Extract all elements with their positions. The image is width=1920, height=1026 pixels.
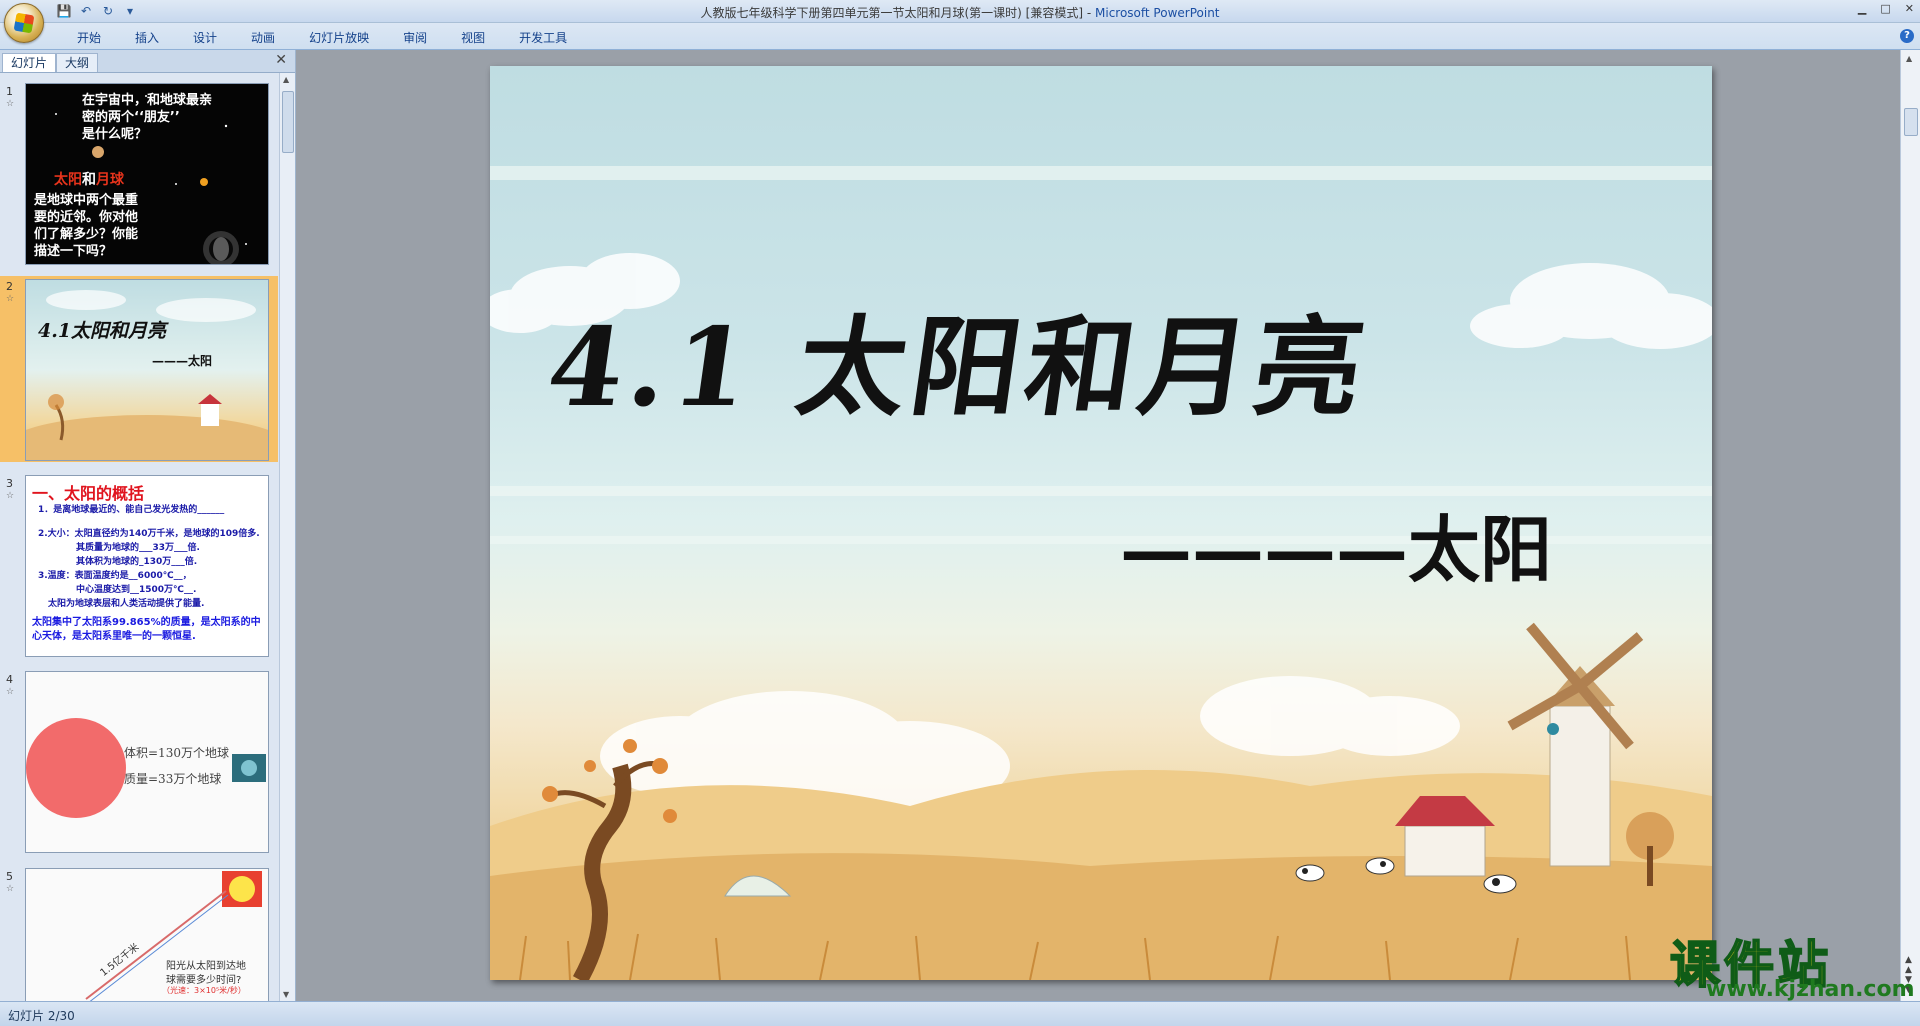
slide-thumbnail-3[interactable]: 3 ☆ 一、太阳的概括 1．是离地球最近的、能自己发光发热的______ 2.大… bbox=[0, 475, 278, 657]
thumb-text: 和 bbox=[82, 172, 96, 188]
status-bar: 幻灯片 2/30 bbox=[0, 1001, 1920, 1026]
thumbnail-scrollbar[interactable]: ▲ ▼ bbox=[279, 73, 295, 1001]
thumb-text-line: 密的两个‘‘朋友’’ bbox=[82, 110, 180, 125]
editor-scrollbar[interactable]: ▲ ▲ ▲ ▼ ▼ bbox=[1900, 50, 1920, 1001]
thumb-title: 4.1太阳和月亮 bbox=[38, 320, 167, 342]
ribbon-tabs: 开始 插入 设计 动画 幻灯片放映 审阅 视图 开发工具 bbox=[60, 29, 584, 46]
app-name: Microsoft PowerPoint bbox=[1095, 6, 1220, 20]
thumb-scene bbox=[26, 290, 268, 460]
close-window-icon[interactable]: ✕ bbox=[1905, 2, 1914, 15]
tab-view[interactable]: 视图 bbox=[444, 29, 502, 46]
tab-design[interactable]: 设计 bbox=[176, 29, 234, 46]
thumb-text-line: 球需要多少时间? bbox=[166, 975, 242, 986]
minimize-icon[interactable]: ▁ bbox=[1858, 2, 1866, 15]
tab-review[interactable]: 审阅 bbox=[386, 29, 444, 46]
thumb-text-line: 是地球中两个最重 bbox=[34, 193, 139, 208]
scroll-thumb[interactable] bbox=[1904, 108, 1918, 136]
thumb-text-line: 中心温度达到__1500万℃__. bbox=[76, 585, 197, 595]
tab-outline[interactable]: 大纲 bbox=[56, 53, 99, 72]
thumb-text-line: 体积=130万个地球 bbox=[124, 746, 229, 760]
thumb-text-line: 太阳为地球表层和人类活动提供了能量. bbox=[48, 599, 205, 609]
ribbon: 开始 插入 设计 动画 幻灯片放映 审阅 视图 开发工具 ? bbox=[0, 23, 1920, 50]
slide-number: 3 bbox=[6, 477, 13, 490]
window-controls: ▁ □ ✕ bbox=[1858, 2, 1914, 15]
thumb-text-line: 描述一下吗？ bbox=[34, 244, 113, 259]
watermark-url: www.kjzhan.com bbox=[1706, 977, 1915, 1002]
thumb-text-line: 在宇宙中，和地球最亲 bbox=[82, 93, 213, 108]
thumb-text-line: 3.温度：表面温度约是__6000℃__， bbox=[38, 571, 192, 581]
thumb-text-line: 要的近邻。你对他 bbox=[34, 210, 139, 225]
thumb-text-line: 其体积为地球的_130万___倍. bbox=[76, 557, 198, 567]
thumb-subtitle: ———太阳 bbox=[152, 354, 213, 368]
scroll-up-icon[interactable]: ▲ bbox=[1906, 54, 1912, 63]
thumbnail-preview: 在宇宙中，和地球最亲 密的两个‘‘朋友’’ 是什么呢？ 太阳和月球 是地球中两个… bbox=[25, 83, 269, 265]
slide-subtitle[interactable]: ————太阳 bbox=[1120, 491, 1552, 596]
animation-star-icon: ☆ bbox=[6, 99, 15, 109]
tab-home[interactable]: 开始 bbox=[60, 29, 118, 46]
slides-pane: 幻灯片 大纲 ✕ 1 ☆ 在宇宙中，和地球最亲 密的两个‘‘朋友’’ 是什么呢？ bbox=[0, 50, 296, 1001]
slide-number: 4 bbox=[6, 673, 13, 686]
thumb-text-line: 1．是离地球最近的、能自己发光发热的______ bbox=[38, 505, 225, 515]
slide-thumbnail-2[interactable]: 2 ☆ 4.1太阳和月亮 ———太阳 bbox=[0, 276, 278, 462]
thumb-text-line: 阳光从太阳到达地 bbox=[166, 961, 246, 972]
document-title: 人教版七年级科学下册第四单元第一节太阳和月球(第一课时) [兼容模式] bbox=[700, 6, 1084, 20]
slide-counter: 幻灯片 2/30 bbox=[8, 1009, 75, 1023]
slide-number: 5 bbox=[6, 870, 13, 883]
tab-insert[interactable]: 插入 bbox=[118, 29, 176, 46]
tab-slides[interactable]: 幻灯片 bbox=[2, 53, 57, 72]
office-logo-icon bbox=[13, 12, 35, 34]
thumbnail-preview: 体积=130万个地球 质量=33万个地球 bbox=[25, 671, 269, 853]
thumb-text-line: （光速：3×10⁵米/秒） bbox=[162, 986, 246, 995]
animation-star-icon: ☆ bbox=[6, 294, 15, 304]
thumb-text-line: 其质量为地球的___33万___倍. bbox=[76, 543, 200, 553]
animation-star-icon: ☆ bbox=[6, 491, 15, 501]
slide-thumbnail-5[interactable]: 5 ☆ 1.5亿千米 阳光从太阳到达地 球需要多少时间? （光速：3×10⁵米/… bbox=[0, 868, 278, 1001]
thumbnail-preview: 一、太阳的概括 1．是离地球最近的、能自己发光发热的______ 2.大小：太阳… bbox=[25, 475, 269, 657]
pane-tabs: 幻灯片 大纲 ✕ bbox=[0, 50, 295, 73]
slide-number: 2 bbox=[6, 280, 13, 293]
sun-earth-compare bbox=[26, 718, 266, 818]
scroll-up-icon[interactable]: ▲ bbox=[283, 75, 289, 84]
thumb-footer: 太阳集中了太阳系99.865%的质量，是太阳系的中心天体，是太阳系里唯一的一颗恒… bbox=[32, 617, 261, 642]
current-slide[interactable]: 4.1 太阳和月亮 ————太阳 bbox=[490, 66, 1712, 980]
thumb-text-line: 是什么呢？ bbox=[82, 127, 148, 142]
slide-number: 1 bbox=[6, 85, 13, 98]
slide-thumbnail-list: 1 ☆ 在宇宙中，和地球最亲 密的两个‘‘朋友’’ 是什么呢？ 太阳和月球 是地… bbox=[0, 73, 278, 1001]
thumbnail-preview: 4.1太阳和月亮 ———太阳 bbox=[25, 279, 269, 461]
thumb-text-line: 2.大小：太阳直径约为140万千米，是地球的109倍多. bbox=[38, 529, 260, 539]
help-icon[interactable]: ? bbox=[1900, 29, 1914, 43]
tab-slide-show[interactable]: 幻灯片放映 bbox=[292, 29, 386, 46]
animation-star-icon: ☆ bbox=[6, 884, 15, 894]
title-separator: - bbox=[1083, 6, 1095, 20]
thumb-text-line: 质量=33万个地球 bbox=[124, 772, 222, 786]
close-pane-icon[interactable]: ✕ bbox=[275, 52, 287, 68]
thumb-highlight: 月球 bbox=[96, 172, 124, 188]
animation-star-icon: ☆ bbox=[6, 687, 15, 697]
tab-developer[interactable]: 开发工具 bbox=[502, 29, 584, 46]
slide-thumbnail-4[interactable]: 4 ☆ 体积=130万个地球 质量=33万个地球 bbox=[0, 671, 278, 853]
thumbnail-preview: 1.5亿千米 阳光从太阳到达地 球需要多少时间? （光速：3×10⁵米/秒） bbox=[25, 868, 269, 1001]
slide-title[interactable]: 4.1 太阳和月亮 bbox=[539, 281, 1380, 437]
thumb-highlight: 太阳 bbox=[54, 172, 82, 188]
slide-thumbnail-1[interactable]: 1 ☆ 在宇宙中，和地球最亲 密的两个‘‘朋友’’ 是什么呢？ 太阳和月球 是地… bbox=[0, 83, 278, 265]
scroll-thumb[interactable] bbox=[282, 91, 294, 153]
tab-animations[interactable]: 动画 bbox=[234, 29, 292, 46]
watermark-logo: 课件站 www.kjzhan.com bbox=[1669, 925, 1915, 1002]
thumb-heading: 一、太阳的概括 bbox=[32, 484, 145, 503]
maximize-icon[interactable]: □ bbox=[1880, 2, 1890, 15]
office-button[interactable] bbox=[4, 3, 44, 43]
thumb-text-line: 们了解多少？你能 bbox=[34, 227, 139, 242]
window-title: 人教版七年级科学下册第四单元第一节太阳和月球(第一课时) [兼容模式] - Mi… bbox=[0, 4, 1920, 21]
title-bar: 💾 ↶ ↻ ▾ 人教版七年级科学下册第四单元第一节太阳和月球(第一课时) [兼容… bbox=[0, 0, 1920, 43]
scroll-down-icon[interactable]: ▼ bbox=[283, 990, 289, 999]
